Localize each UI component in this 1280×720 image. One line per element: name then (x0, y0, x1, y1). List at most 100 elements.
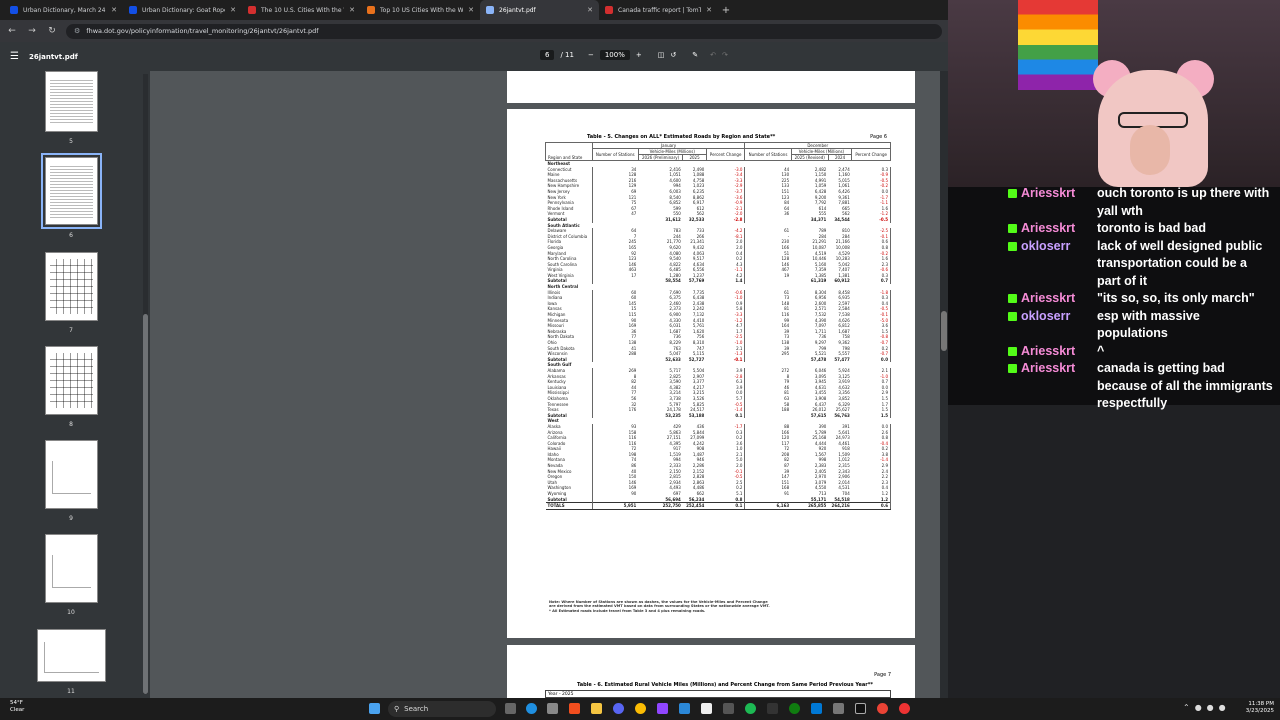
page-number-input[interactable]: 6 (540, 50, 555, 60)
kick-badge-icon (1008, 294, 1017, 303)
chat-message: okloserr esp with massive populations (1008, 308, 1273, 343)
forward-icon[interactable]: → (26, 26, 38, 36)
tab-close-icon[interactable]: ✕ (230, 6, 236, 14)
pdf-toolbar: ☰ 26jantvt.pdf 6 / 11 − 100% + ◫ ↺ ✎ ↶ ↷ (0, 42, 948, 71)
sidebar-scrollbar[interactable] (143, 74, 148, 694)
table-title: Table - 5. Changes on ALL* Estimated Roa… (587, 134, 776, 140)
chat-username[interactable]: Ariesskrt (1021, 290, 1093, 308)
chat-username[interactable]: Ariesskrt (1021, 220, 1093, 238)
chat-username[interactable]: okloserr (1021, 308, 1093, 326)
chat-username[interactable]: Ariesskrt (1021, 360, 1093, 378)
xbox-icon[interactable] (789, 703, 800, 714)
thumbnail-number: 5 (69, 138, 73, 145)
new-tab-button[interactable]: + (718, 0, 734, 20)
page-thumbnail-10[interactable] (45, 534, 98, 603)
task-view-icon[interactable] (505, 703, 516, 714)
rotate-icon[interactable]: ↺ (670, 51, 676, 59)
page-thumbnail-8[interactable] (45, 346, 98, 415)
browser-tab[interactable]: Urban Dictionary: Goat Rope ✕ (123, 0, 242, 20)
tab-title: Top 10 US Cities With the Wor (380, 6, 464, 14)
kick-badge-icon (1008, 241, 1017, 251)
pdf-page-6: Table - 5. Changes on ALL* Estimated Roa… (507, 109, 915, 638)
page-thumbnail-7[interactable] (45, 252, 98, 321)
zoom-input[interactable]: 100% (599, 50, 630, 60)
start-icon[interactable] (369, 703, 380, 714)
search-icon: ⚲ (394, 705, 400, 713)
zoom-out-icon[interactable]: − (588, 51, 594, 59)
tab-close-icon[interactable]: ✕ (349, 6, 355, 14)
chat-username[interactable]: Ariesskrt (1021, 343, 1093, 361)
chat-message: Ariesskrt "its so, so, its only march" (1008, 290, 1273, 308)
reload-icon[interactable]: ↻ (46, 26, 58, 36)
settings-icon[interactable] (547, 703, 558, 714)
chat-text: ouch toronto is up there with yall wth (1097, 186, 1270, 218)
file-explorer-icon[interactable] (591, 703, 602, 714)
spotify-icon[interactable] (745, 703, 756, 714)
annotate-icon[interactable]: ✎ (692, 51, 698, 59)
search-box[interactable]: ⚲ Search (388, 701, 496, 717)
thumbnail-number: 6 (69, 232, 73, 239)
chat-message: okloserr lack of well designed public tra… (1008, 238, 1273, 291)
chat-username[interactable]: okloserr (1021, 238, 1093, 256)
tab-favicon-icon (248, 6, 256, 14)
tab-close-icon[interactable]: ✕ (111, 6, 117, 14)
page-thumbnail-9[interactable] (45, 440, 98, 509)
value-cell: 0.6 (851, 502, 891, 510)
app-icon[interactable] (855, 703, 866, 714)
tab-favicon-icon (10, 6, 18, 14)
page-total: / 11 (560, 51, 574, 59)
tab-title: Urban Dictionary: Goat Rope (142, 6, 226, 14)
clock-date: 3/23/2025 (1245, 708, 1274, 714)
page-thumbnail-11[interactable] (37, 629, 106, 682)
browser-tab[interactable]: Top 10 US Cities With the Wor ✕ (361, 0, 480, 20)
notepad-icon[interactable] (701, 703, 712, 714)
browser-tab[interactable]: 26jantvt.pdf ✕ (480, 0, 599, 20)
viewer-scrollbar[interactable] (940, 71, 948, 698)
discord-icon[interactable] (613, 703, 624, 714)
fit-page-icon[interactable]: ◫ (658, 51, 665, 59)
page-thumbnail-6[interactable] (41, 153, 102, 229)
menu-icon[interactable]: ☰ (10, 51, 19, 62)
browser-tab[interactable]: Canada traffic report | TomTom ✕ (599, 0, 718, 20)
browser-tab[interactable]: The 10 U.S. Cities With the Wo ✕ (242, 0, 361, 20)
tab-favicon-icon (605, 6, 613, 14)
tab-close-icon[interactable]: ✕ (706, 6, 712, 14)
chrome-icon[interactable] (635, 703, 646, 714)
table-title: Table - 6. Estimated Rural Vehicle Miles… (577, 682, 873, 688)
weather-widget[interactable]: 54°F Clear (10, 700, 24, 713)
app-icon[interactable] (767, 703, 778, 714)
col-2026: 2026 (Preliminary) (637, 154, 684, 161)
kick-badge-icon (1008, 346, 1017, 356)
undo-icon[interactable]: ↶ (710, 51, 716, 59)
back-icon[interactable]: ← (6, 26, 18, 36)
system-tray[interactable]: ⌃●●● (1183, 703, 1231, 712)
chrome-icon[interactable] (877, 703, 888, 714)
weather-condition: Clear (10, 706, 25, 713)
app-icon[interactable] (833, 703, 844, 714)
tab-close-icon[interactable]: ✕ (468, 6, 474, 14)
value-cell: 252,454 (682, 502, 707, 510)
thumbnail-number: 7 (69, 327, 73, 334)
url-bar[interactable]: ⚙ fhwa.dot.gov/policyinformation/travel_… (66, 23, 942, 39)
twitch-icon[interactable] (657, 703, 668, 714)
thumbnail-number: 11 (67, 688, 75, 695)
page-thumbnail-5[interactable] (45, 71, 98, 132)
app-icon[interactable] (679, 703, 690, 714)
url-text: fhwa.dot.gov/policyinformation/travel_mo… (86, 27, 319, 35)
browser-tab[interactable]: Urban Dictionary, March 24: sc ✕ (4, 0, 123, 20)
clock[interactable]: 11:38 PM 3/23/2025 (1238, 701, 1274, 715)
app-icon[interactable] (723, 703, 734, 714)
chat-text: "its so, so, its only march" (1097, 291, 1255, 305)
app-icon[interactable] (811, 703, 822, 714)
zoom-in-icon[interactable]: + (636, 51, 642, 59)
col-percent: Percent Change (705, 148, 746, 161)
app-icon[interactable] (899, 703, 910, 714)
app-icon[interactable] (569, 703, 580, 714)
site-info-icon[interactable]: ⚙ (74, 27, 80, 35)
chat-text: canada is getting bad because of all the… (1097, 361, 1273, 410)
redo-icon[interactable]: ↷ (722, 51, 728, 59)
chat-username[interactable]: Ariesskrt (1021, 185, 1093, 203)
edge-icon[interactable] (526, 703, 537, 714)
tab-close-icon[interactable]: ✕ (587, 6, 593, 14)
value-cell: 6,163 (744, 502, 792, 510)
